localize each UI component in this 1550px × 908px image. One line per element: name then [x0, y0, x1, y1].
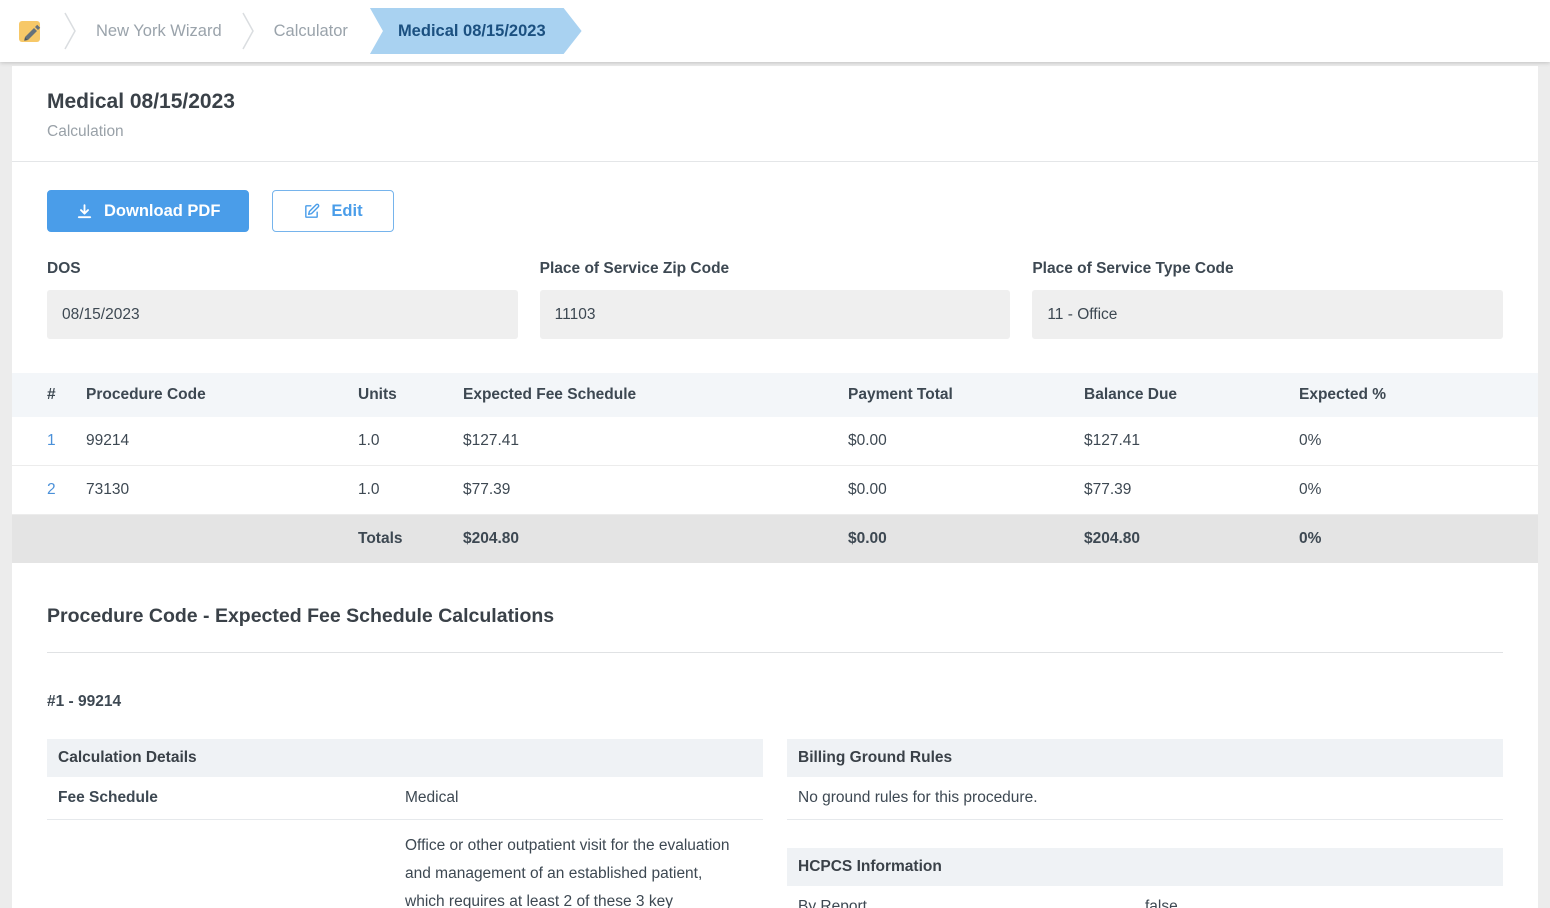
page-header: Medical 08/15/2023 Calculation [12, 66, 1538, 162]
payment-total-cell: $0.00 [848, 417, 1084, 466]
fee-schedule-row: Fee Schedule Medical [47, 777, 763, 820]
toolbar: Download PDF Edit [47, 190, 1503, 232]
expected-pct-cell: 0% [1299, 417, 1538, 466]
by-report-label: By Report [798, 898, 1145, 908]
expected-fee-cell: $127.41 [463, 417, 848, 466]
breadcrumb-item-new-york-wizard[interactable]: New York Wizard [80, 22, 238, 41]
calculations-section: Procedure Code - Expected Fee Schedule C… [12, 605, 1538, 908]
breadcrumb-item-current[interactable]: Medical 08/15/2023 [370, 8, 582, 54]
procedure-table: # Procedure Code Units Expected Fee Sche… [12, 373, 1538, 563]
page-title: Medical 08/15/2023 [47, 90, 1503, 114]
ground-rules-row: No ground rules for this procedure. [787, 777, 1503, 820]
place-of-service-zip-field: Place of Service Zip Code 11103 [540, 260, 1011, 339]
row-number-link[interactable]: 2 [47, 481, 56, 498]
calculation-panels: Calculation Details Fee Schedule Medical… [47, 739, 1503, 908]
totals-label: Totals [358, 515, 463, 564]
expected-fee-cell: $77.39 [463, 466, 848, 515]
totals-expected-fee: $204.80 [463, 515, 848, 564]
expected-pct-cell: 0% [1299, 466, 1538, 515]
place-of-service-type-label: Place of Service Type Code [1032, 260, 1503, 278]
fee-schedule-label: Fee Schedule [58, 789, 405, 807]
calculation-details-title: Calculation Details [47, 739, 763, 777]
edit-button[interactable]: Edit [272, 190, 393, 232]
table-header-row: # Procedure Code Units Expected Fee Sche… [12, 373, 1538, 417]
units-cell: 1.0 [358, 417, 463, 466]
ground-rules-text: No ground rules for this procedure. [798, 789, 1492, 807]
download-pdf-label: Download PDF [104, 202, 220, 221]
place-of-service-zip-value: 11103 [540, 290, 1011, 339]
right-panels: Billing Ground Rules No ground rules for… [787, 739, 1503, 908]
procedure-item-title: #1 - 99214 [47, 693, 1503, 711]
col-header-payment-total: Payment Total [848, 373, 1084, 417]
procedure-description-label [58, 832, 405, 908]
table-row: 1 99214 1.0 $127.41 $0.00 $127.41 0% [12, 417, 1538, 466]
procedure-description-value: Office or other outpatient visit for the… [405, 832, 752, 908]
calculation-details-panel: Calculation Details Fee Schedule Medical… [47, 739, 763, 908]
actions-and-fields: Download PDF Edit DOS 08/15/2023 Place o… [12, 190, 1538, 339]
col-header-balance-due: Balance Due [1084, 373, 1299, 417]
hcpcs-information-panel: HCPCS Information By Report false [787, 848, 1503, 908]
payment-total-cell: $0.00 [848, 466, 1084, 515]
breadcrumb-item-calculator[interactable]: Calculator [258, 22, 364, 41]
page-subtitle: Calculation [47, 123, 1503, 141]
billing-ground-rules-title: Billing Ground Rules [787, 739, 1503, 777]
col-header-number: # [12, 373, 86, 417]
place-of-service-type-field: Place of Service Type Code 11 - Office [1032, 260, 1503, 339]
chevron-separator-icon [242, 10, 254, 52]
col-header-expected-pct: Expected % [1299, 373, 1538, 417]
procedure-code-cell: 99214 [86, 417, 358, 466]
service-fields: DOS 08/15/2023 Place of Service Zip Code… [47, 260, 1503, 339]
divider [47, 652, 1503, 653]
fee-schedule-value: Medical [405, 789, 752, 807]
billing-ground-rules-panel: Billing Ground Rules No ground rules for… [787, 739, 1503, 820]
procedure-description-row: Office or other outpatient visit for the… [47, 820, 763, 908]
dos-label: DOS [47, 260, 518, 278]
dos-value: 08/15/2023 [47, 290, 518, 339]
row-number-link[interactable]: 1 [47, 432, 56, 449]
breadcrumb-bar: New York Wizard Calculator Medical 08/15… [0, 0, 1550, 62]
download-icon [76, 203, 93, 220]
totals-row: Totals $204.80 $0.00 $204.80 0% [12, 515, 1538, 564]
by-report-row: By Report false [787, 886, 1503, 908]
breadcrumb-home-button[interactable] [0, 0, 60, 62]
col-header-procedure-code: Procedure Code [86, 373, 358, 417]
balance-due-cell: $127.41 [1084, 417, 1299, 466]
totals-balance-due: $204.80 [1084, 515, 1299, 564]
balance-due-cell: $77.39 [1084, 466, 1299, 515]
dos-field: DOS 08/15/2023 [47, 260, 518, 339]
procedure-code-cell: 73130 [86, 466, 358, 515]
chevron-separator-icon [64, 10, 76, 52]
place-of-service-type-value: 11 - Office [1032, 290, 1503, 339]
note-edit-icon [15, 16, 45, 46]
col-header-units: Units [358, 373, 463, 417]
download-pdf-button[interactable]: Download PDF [47, 190, 249, 232]
totals-expected-pct: 0% [1299, 515, 1538, 564]
col-header-expected-fee-schedule: Expected Fee Schedule [463, 373, 848, 417]
main-card: Medical 08/15/2023 Calculation Download … [12, 66, 1538, 908]
by-report-value: false [1145, 898, 1492, 908]
place-of-service-zip-label: Place of Service Zip Code [540, 260, 1011, 278]
section-title: Procedure Code - Expected Fee Schedule C… [47, 605, 1503, 628]
edit-icon [303, 203, 320, 220]
totals-payment-total: $0.00 [848, 515, 1084, 564]
units-cell: 1.0 [358, 466, 463, 515]
hcpcs-information-title: HCPCS Information [787, 848, 1503, 886]
edit-label: Edit [331, 202, 362, 221]
table-row: 2 73130 1.0 $77.39 $0.00 $77.39 0% [12, 466, 1538, 515]
